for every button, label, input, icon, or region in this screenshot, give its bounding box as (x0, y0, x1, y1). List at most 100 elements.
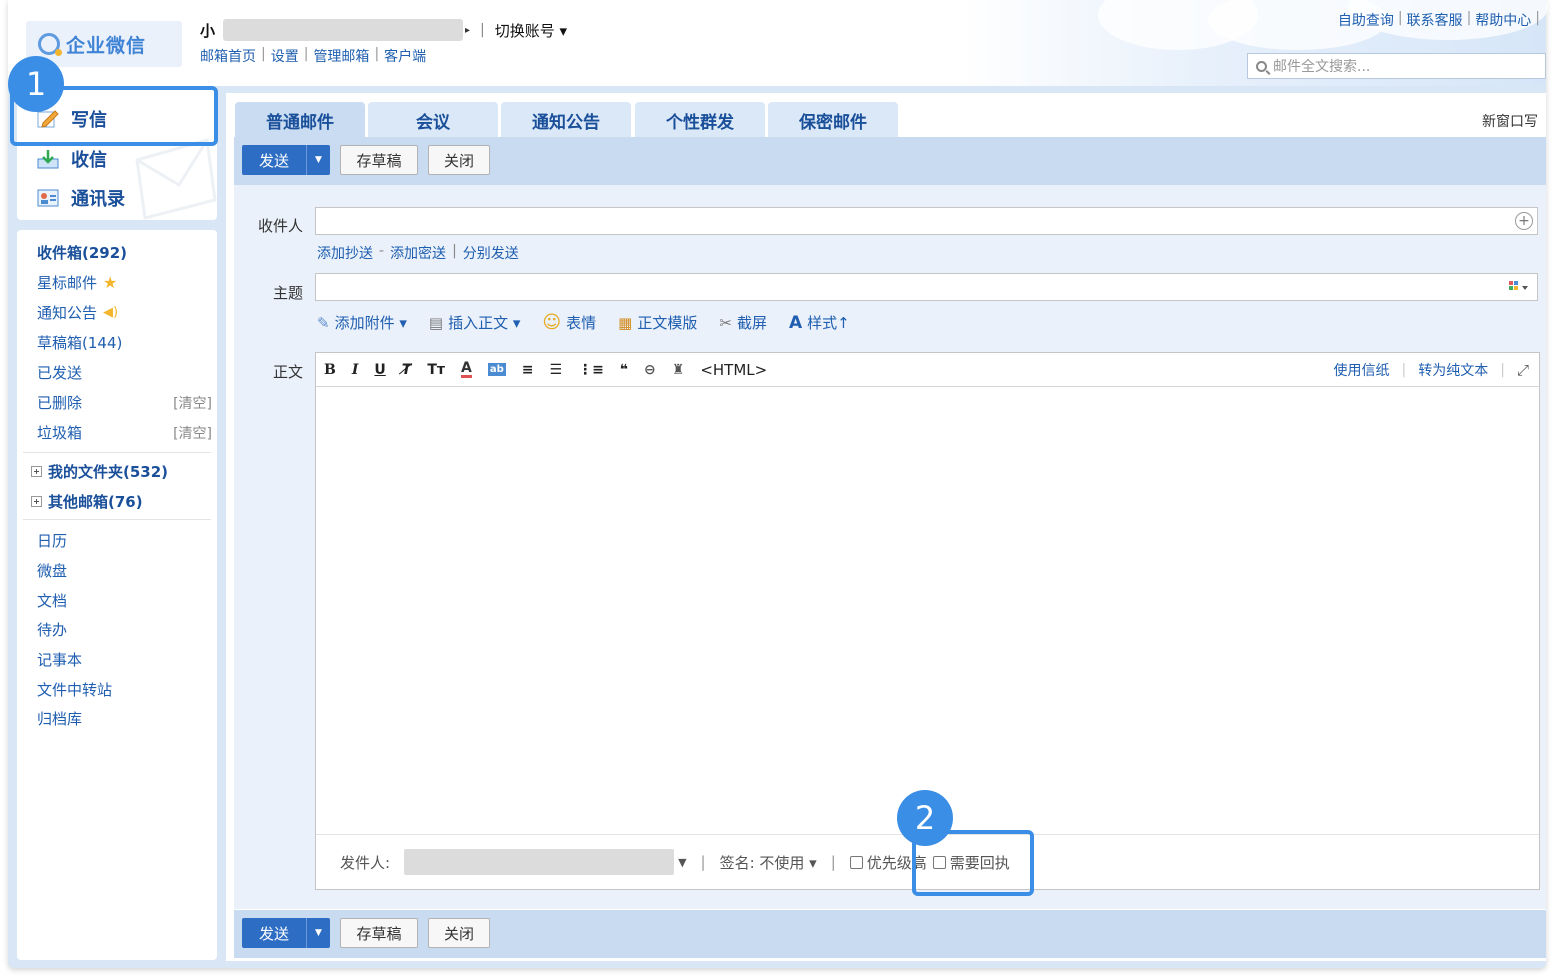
add-bcc-link[interactable]: 添加密送 (390, 243, 446, 263)
switch-account-link[interactable]: 切换账号 ▾ (495, 20, 567, 41)
smiley-icon: ☺ (542, 312, 562, 333)
tab-confidential[interactable]: 保密邮件 (768, 102, 898, 138)
folder-starred[interactable]: 星标邮件 ★ (37, 272, 212, 293)
folder-other-mailboxes[interactable]: 其他邮箱(76) (31, 491, 216, 512)
send-options-icon[interactable]: ▼ (306, 145, 330, 175)
app-todo-label: 待办 (37, 621, 68, 639)
app-notes[interactable]: 记事本 (37, 649, 212, 670)
template-label: 正文模版 (637, 314, 698, 332)
link-sep: | (303, 46, 309, 62)
link-icon[interactable]: ⊖ (644, 362, 656, 378)
link-mail-home[interactable]: 邮箱首页 (200, 46, 256, 66)
insert-content-label: 插入正文 ▾ (448, 314, 521, 332)
send-options-icon[interactable]: ▼ (306, 918, 330, 948)
font-style-icon: A (788, 312, 803, 333)
expand-editor-icon[interactable]: ⤢ (1517, 361, 1529, 379)
subject-input[interactable] (315, 273, 1538, 301)
priority-checkbox[interactable] (849, 855, 863, 869)
app-drive[interactable]: 微盘 (37, 560, 212, 581)
folder-inbox[interactable]: 收件箱(292) (37, 242, 212, 263)
close-button-bottom[interactable]: 关闭 (428, 918, 490, 948)
add-attachment-button[interactable]: ✎ 添加附件 ▾ (317, 312, 407, 333)
folder-spam-label: 垃圾箱 (37, 424, 83, 442)
folder-sent[interactable]: 已发送 (37, 362, 212, 383)
screenshot-button[interactable]: ✂ 截屏 (719, 312, 767, 333)
clear-format-icon[interactable]: T̸ (402, 362, 412, 378)
list-icon[interactable]: ☰ (550, 362, 563, 378)
quote-icon[interactable]: ❝ (620, 362, 628, 378)
folder-deleted[interactable]: 已删除 [清空] (37, 392, 212, 413)
tab-label: 会议 (416, 112, 450, 133)
font-color-icon[interactable]: A (461, 361, 472, 378)
to-label: 收件人 (257, 217, 303, 235)
separate-send-link[interactable]: 分别发送 (463, 243, 519, 263)
underline-icon[interactable]: U (374, 362, 385, 378)
add-cc-link[interactable]: 添加抄送 (317, 243, 373, 263)
link-contact-support[interactable]: 联系客服 (1407, 10, 1463, 30)
folder-spam[interactable]: 垃圾箱 [清空] (37, 422, 212, 443)
folder-my-folders-label: 我的文件夹(532) (48, 463, 169, 481)
signature-select[interactable]: 签名: 不使用 ▾ (720, 852, 817, 873)
clear-deleted-link[interactable]: [清空] (173, 393, 212, 413)
app-archive[interactable]: 归档库 (37, 708, 212, 729)
insert-content-button[interactable]: ▤ 插入正文 ▾ (429, 312, 521, 333)
send-label: 发送 (258, 151, 289, 170)
app-docs[interactable]: 文档 (37, 590, 212, 611)
sender-caret-icon[interactable]: ▼ (678, 856, 686, 869)
link-help-center[interactable]: 帮助中心 (1475, 10, 1531, 30)
indent-icon[interactable]: ⋮≡ (578, 362, 604, 378)
folder-my-folders[interactable]: 我的文件夹(532) (31, 461, 216, 482)
logo-text: 企业微信 (66, 34, 147, 57)
link-sep: | (1500, 362, 1505, 378)
clear-spam-link[interactable]: [清空] (173, 423, 212, 443)
app-todo[interactable]: 待办 (37, 619, 212, 640)
close-button[interactable]: 关闭 (428, 145, 490, 175)
tab-meeting[interactable]: 会议 (368, 102, 498, 138)
format-brush-icon[interactable]: ♜ (672, 362, 685, 378)
search-icon (1256, 60, 1267, 72)
highlight-icon[interactable]: ab (487, 363, 506, 376)
plain-text-link[interactable]: 转为纯文本 (1418, 360, 1488, 380)
send-button[interactable]: 发送 ▼ (242, 145, 330, 175)
emoji-button[interactable]: ☺ 表情 (542, 312, 596, 333)
nav-inbox[interactable]: 收信 (37, 146, 107, 172)
tab-normal-mail[interactable]: 普通邮件 (235, 102, 365, 138)
html-mode-button[interactable]: <HTML> (700, 361, 767, 379)
bottom-toolbar: 发送 ▼ 存草稿 关闭 (234, 910, 1546, 958)
link-settings[interactable]: 设置 (271, 46, 299, 66)
folder-drafts[interactable]: 草稿箱(144) (37, 332, 212, 353)
to-input[interactable]: + (315, 207, 1538, 235)
sender-select-redacted[interactable] (404, 849, 675, 875)
stationery-link[interactable]: 使用信纸 (1334, 360, 1390, 380)
send-button-bottom[interactable]: 发送 ▼ (242, 918, 330, 948)
new-window-link[interactable]: 新窗口写 (1482, 111, 1538, 131)
app-file-transfer-label: 文件中转站 (37, 681, 113, 699)
align-icon[interactable]: ≡ (522, 362, 534, 378)
add-recipient-icon[interactable]: + (1515, 212, 1533, 230)
app-calendar[interactable]: 日历 (37, 530, 212, 551)
font-size-icon[interactable]: Tт (427, 362, 445, 378)
emoji-label: 表情 (566, 314, 597, 332)
bold-icon[interactable]: B (324, 362, 336, 378)
style-button[interactable]: A 样式↑ (789, 312, 850, 333)
color-grid-icon[interactable] (1509, 280, 1529, 294)
folder-notice[interactable]: 通知公告 ◀) (37, 302, 212, 323)
link-client[interactable]: 客户端 (384, 46, 426, 66)
nav-contacts[interactable]: 通讯录 (37, 185, 125, 211)
sender-label: 发件人: (340, 853, 391, 872)
tab-notice[interactable]: 通知公告 (501, 102, 631, 138)
italic-icon[interactable]: I (352, 362, 359, 378)
tab-mass-send[interactable]: 个性群发 (635, 102, 765, 138)
app-drive-label: 微盘 (37, 562, 68, 580)
link-manage-mailbox[interactable]: 管理邮箱 (313, 46, 369, 66)
app-file-transfer[interactable]: 文件中转站 (37, 679, 212, 700)
paperclip-icon: ✎ (317, 313, 330, 332)
body-textarea[interactable] (316, 388, 1539, 833)
expand-icon[interactable] (31, 466, 42, 477)
save-draft-button[interactable]: 存草稿 (340, 145, 418, 175)
template-button[interactable]: ▦ 正文模版 (618, 312, 697, 333)
link-self-service[interactable]: 自助查询 (1338, 10, 1394, 30)
expand-icon[interactable] (31, 496, 42, 507)
save-draft-button-bottom[interactable]: 存草稿 (340, 918, 418, 948)
search-input[interactable]: 邮件全文搜索... (1247, 53, 1546, 79)
